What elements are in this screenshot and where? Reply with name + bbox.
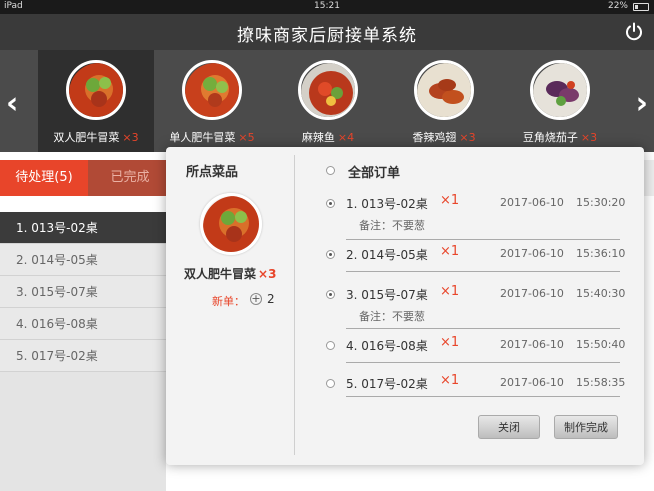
order-qty: ×1: [440, 193, 460, 208]
order-date: 2017-06-10: [500, 376, 564, 389]
dish-card[interactable]: 单人肥牛冒菜 ×5: [154, 50, 270, 152]
ordered-dishes-title: 所点菜品: [186, 165, 239, 180]
dish-card[interactable]: 双人肥牛冒菜 ×3: [38, 50, 154, 152]
order-time: 15:30:20: [576, 196, 626, 209]
new-orders-count: 2: [267, 292, 275, 306]
list-item[interactable]: 2. 014号-05桌: [0, 244, 166, 276]
order-qty: ×1: [440, 284, 460, 299]
order-qty: ×1: [440, 373, 460, 388]
dish-orders-dialog: 所点菜品 双人肥牛冒菜 ×3 新单： + 2 全部订单 1. 013号-02桌 ×…: [166, 147, 644, 465]
dish-name: 香辣鸡翅: [412, 131, 457, 144]
dish-qty: ×3: [459, 131, 476, 144]
order-radio[interactable]: [326, 250, 335, 259]
tab-pending[interactable]: 待处理(5): [0, 160, 88, 196]
tab-done[interactable]: 已完成: [88, 160, 172, 196]
row-divider: [346, 271, 620, 272]
power-icon[interactable]: [624, 22, 644, 42]
selected-dish-qty: ×3: [258, 267, 277, 281]
order-number: 5. 017号-02桌: [346, 377, 428, 391]
new-orders-label: 新单：: [212, 295, 245, 308]
order-number: 1. 013号-02桌: [346, 197, 428, 211]
row-divider: [346, 328, 620, 329]
dish-photo: [182, 60, 242, 120]
order-radio[interactable]: [326, 199, 335, 208]
battery-percent: 22%: [607, 1, 628, 11]
order-time: 15:58:35: [576, 376, 626, 389]
clock: 15:21: [314, 1, 340, 11]
list-item[interactable]: 5. 017号-02桌: [0, 340, 166, 372]
finish-button[interactable]: 制作完成: [554, 415, 618, 439]
row-divider: [346, 362, 620, 363]
select-all-radio[interactable]: [326, 166, 335, 175]
dish-carousel: ‹ 双人肥牛冒菜 ×3 单人肥牛冒菜 ×5 麻辣鱼 ×4 香辣鸡翅 ×3 豆角烧茄子 ×3…: [0, 50, 654, 152]
list-item[interactable]: 1. 013号-02桌: [0, 212, 166, 244]
order-qty: ×1: [440, 335, 460, 350]
order-number: 3. 015号-07桌: [346, 288, 428, 302]
plus-icon[interactable]: +: [250, 293, 262, 305]
list-item[interactable]: 3. 015号-07桌: [0, 276, 166, 308]
battery-icon: [633, 3, 649, 11]
dish-photo: [530, 60, 590, 120]
dish-card[interactable]: 豆角烧茄子 ×3: [502, 50, 618, 152]
order-time: 15:40:30: [576, 287, 626, 300]
order-qty: ×1: [440, 244, 460, 259]
chevron-left-icon[interactable]: ‹: [6, 86, 18, 121]
order-radio[interactable]: [326, 341, 335, 350]
dish-qty: ×5: [238, 131, 255, 144]
order-date: 2017-06-10: [500, 287, 564, 300]
order-note: 备注：不要葱: [359, 219, 425, 232]
status-bar: iPad 15:21 22%: [0, 0, 654, 14]
divider: [294, 155, 295, 455]
row-divider: [346, 239, 620, 240]
page-title: 撩味商家后厨接单系统: [237, 26, 417, 46]
dish-name: 单人肥牛冒菜: [169, 131, 236, 144]
dish-qty: ×3: [122, 131, 139, 144]
order-date: 2017-06-10: [500, 247, 564, 260]
order-radio[interactable]: [326, 290, 335, 299]
dish-photo: [66, 60, 126, 120]
dish-card[interactable]: 香辣鸡翅 ×3: [386, 50, 502, 152]
order-date: 2017-06-10: [500, 338, 564, 351]
dish-qty: ×3: [580, 131, 598, 144]
list-item[interactable]: 4. 016号-08桌: [0, 308, 166, 340]
order-number: 2. 014号-05桌: [346, 248, 428, 262]
dish-photo: [200, 193, 262, 255]
order-note: 备注：不要葱: [359, 310, 425, 323]
app-header: 撩味商家后厨接单系统: [0, 14, 654, 50]
dish-qty: ×4: [337, 131, 355, 144]
dish-card[interactable]: 麻辣鱼 ×4: [270, 50, 386, 152]
order-date: 2017-06-10: [500, 196, 564, 209]
order-number: 4. 016号-08桌: [346, 339, 428, 353]
dish-name: 麻辣鱼: [301, 131, 335, 144]
selected-dish-name: 双人肥牛冒菜: [184, 267, 257, 281]
order-list: 1. 013号-02桌 2. 014号-05桌 3. 015号-07桌 4. 0…: [0, 212, 166, 491]
order-time: 15:36:10: [576, 247, 626, 260]
dish-photo: [298, 60, 358, 120]
dish-photo: [414, 60, 474, 120]
dish-name: 双人肥牛冒菜: [53, 131, 120, 144]
dish-name: 豆角烧茄子: [522, 131, 578, 144]
order-radio[interactable]: [326, 379, 335, 388]
order-time: 15:50:40: [576, 338, 626, 351]
close-button[interactable]: 关闭: [478, 415, 540, 439]
chevron-right-icon[interactable]: ›: [636, 86, 648, 121]
row-divider: [346, 396, 620, 397]
all-orders-label: 全部订单: [348, 166, 401, 181]
